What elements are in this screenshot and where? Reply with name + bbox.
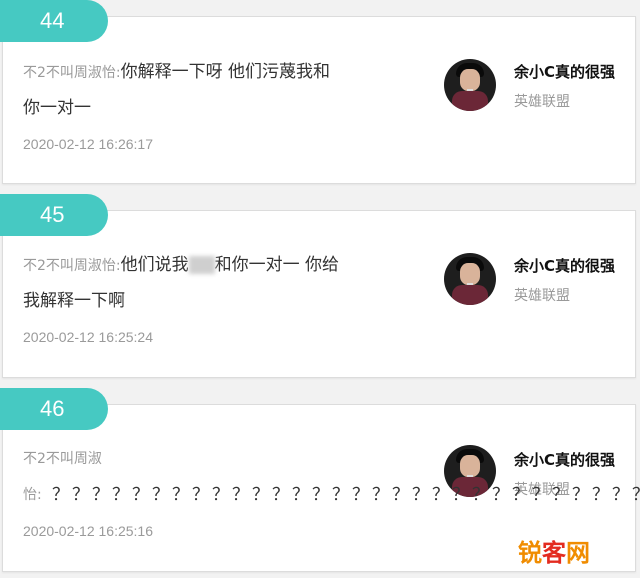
comment-line: 你解释一下呀 他们污蔑我和 (120, 62, 331, 82)
author-name[interactable]: 余小C真的很强 (514, 255, 615, 276)
author-name[interactable]: 余小C真的很强 (514, 449, 615, 470)
watermark-char: 锐 (518, 539, 542, 567)
comment-sender: 怡: (23, 487, 42, 503)
author-game: 英雄联盟 (514, 94, 570, 110)
comment-card: 不2不叫周淑怡:他们说我 和你一对一 你给 我解释一下啊 2020-02-12 1… (2, 210, 636, 378)
comment-text: 不2不叫周淑 (23, 441, 102, 477)
comment-line: 他们说我 (120, 255, 189, 275)
author-game: 英雄联盟 (514, 288, 570, 304)
comment-line: 我解释一下啊 (23, 291, 125, 311)
comment-time: 2020-02-12 16:25:16 (23, 523, 153, 539)
avatar[interactable] (444, 59, 496, 111)
comment-line: 你一对一 (23, 98, 91, 118)
comment-text: 不2不叫周淑怡:他们说我 和你一对一 你给 我解释一下啊 (23, 248, 339, 319)
floor-badge: 46 (0, 388, 108, 430)
comment-sender: 不2不叫周淑 (23, 451, 102, 467)
floor-badge: 44 (0, 0, 108, 42)
watermark-char: 网 (566, 539, 590, 567)
comment-sender: 不2不叫周淑怡: (23, 258, 121, 274)
author-name[interactable]: 余小C真的很强 (514, 61, 615, 82)
question-marks: ？？？？？？？？？？？？？？？？？？？？？？？？？？？？？？？？？？？？ (52, 480, 640, 505)
watermark-char: 客 (542, 539, 566, 567)
site-watermark: 锐客网 (518, 533, 590, 568)
comment-line: 和你一对一 你给 (214, 255, 340, 275)
comment-card: 不2不叫周淑怡:你解释一下呀 他们污蔑我和 你一对一 2020-02-12 16… (2, 16, 636, 184)
comment-sender: 不2不叫周淑怡: (23, 65, 121, 81)
comment-time: 2020-02-12 16:26:17 (23, 136, 153, 152)
redacted-blur (188, 256, 215, 274)
comment-text: 不2不叫周淑怡:你解释一下呀 他们污蔑我和 你一对一 (23, 55, 330, 126)
comment-line: ？？？？？？？？？？？？？？？？？？？？？？？？？？？？？？？？？？？？ (52, 485, 640, 505)
comment-text: 怡: (23, 477, 42, 513)
comment-time: 2020-02-12 16:25:24 (23, 329, 153, 345)
avatar[interactable] (444, 253, 496, 305)
floor-badge: 45 (0, 194, 108, 236)
